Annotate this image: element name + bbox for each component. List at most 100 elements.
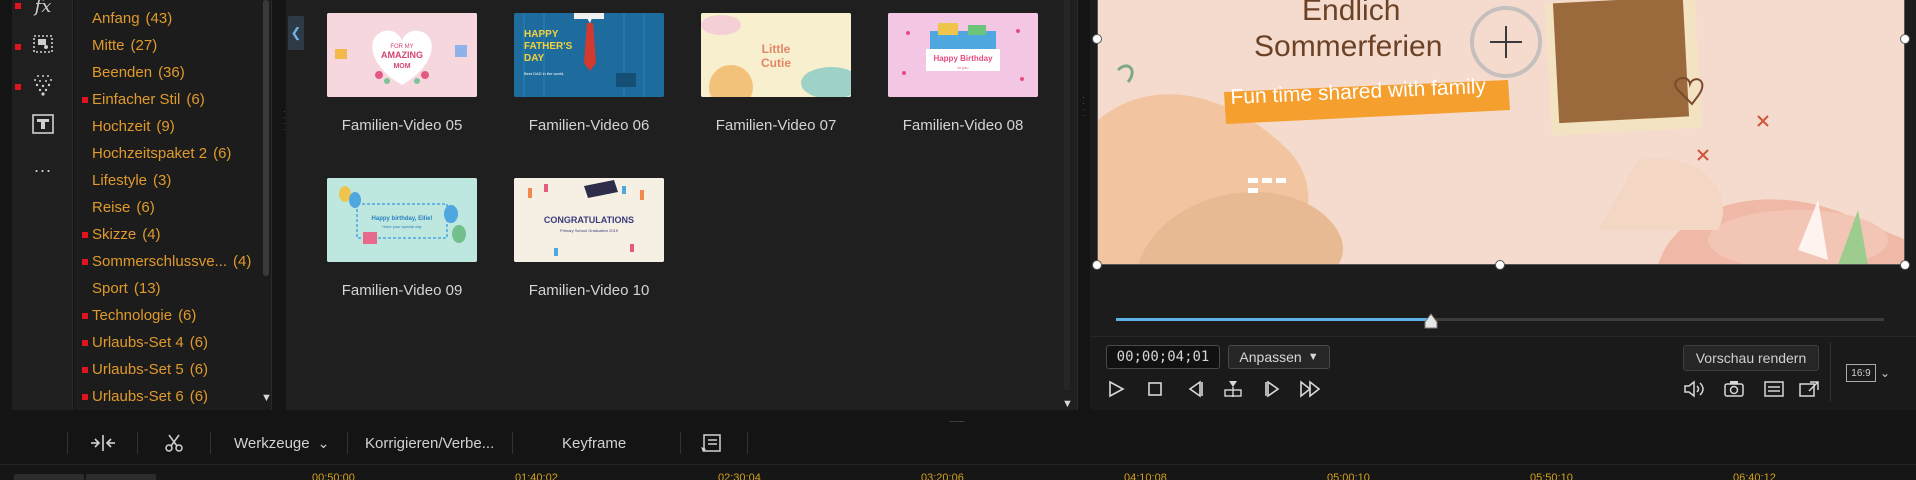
category-count: (3): [153, 172, 172, 189]
thumb-text: Happy Birthday: [933, 54, 993, 63]
playhead-handle[interactable]: [1424, 313, 1438, 329]
category-label: Technologie: [92, 307, 173, 324]
category-count: (13): [133, 280, 161, 297]
category-item[interactable]: Lifestyle (3): [92, 170, 171, 192]
category-count: (6): [178, 307, 197, 324]
template-label: Familien-Video 06: [528, 117, 650, 134]
status-dot: [82, 313, 88, 319]
status-dot: [15, 84, 21, 90]
divider: [210, 432, 211, 454]
resize-handle[interactable]: [1092, 260, 1102, 270]
category-label: Sport: [92, 280, 128, 297]
next-frame-icon[interactable]: [1260, 377, 1286, 401]
thumb-text: Best DAD in the world.: [524, 71, 564, 76]
category-item[interactable]: Mitte (27): [92, 35, 157, 57]
divider: [747, 432, 748, 454]
track-tab[interactable]: [86, 474, 156, 480]
split-icon[interactable]: [1220, 377, 1246, 401]
ruler-tick-label: 04;10;08: [1124, 472, 1167, 480]
category-item[interactable]: Anfang (43): [92, 8, 172, 30]
aspect-ratio-dropdown[interactable]: 16:9 ⌄: [1846, 364, 1890, 382]
category-item[interactable]: Hochzeit (9): [92, 116, 175, 138]
status-dot: [82, 232, 88, 238]
undock-icon[interactable]: [1796, 377, 1822, 401]
ruler-tick-label: 06;40;12: [1733, 472, 1776, 480]
play-icon[interactable]: [1103, 377, 1129, 401]
status-dot: [82, 394, 88, 400]
tools-menu[interactable]: Werkzeuge ⌄: [234, 432, 329, 454]
collapse-panel-button[interactable]: ❮: [288, 16, 304, 50]
category-item[interactable]: Reise (6): [92, 197, 155, 219]
snapshot-icon[interactable]: [1721, 377, 1747, 401]
template-thumbnail[interactable]: HAPPY FATHER'S DAY Best DAD in the world…: [514, 13, 664, 97]
template-thumbnail[interactable]: Happy birthday, Ellie! Have your special…: [327, 178, 477, 262]
fast-forward-icon[interactable]: [1298, 377, 1324, 401]
overlay-icon[interactable]: [28, 30, 58, 58]
category-label: Urlaubs-Set 4: [92, 334, 184, 351]
template-thumbnail[interactable]: Happy Birthday to you: [888, 13, 1038, 97]
category-item[interactable]: Einfacher Stil (6): [92, 89, 205, 111]
thumb-text: Little: [762, 42, 791, 56]
category-item[interactable]: Urlaubs-Set 5 (6): [92, 359, 208, 381]
volume-icon[interactable]: [1681, 377, 1707, 401]
title-icon[interactable]: [28, 110, 58, 138]
template-thumbnail[interactable]: Little Cutie: [701, 13, 851, 97]
resize-handle[interactable]: [1495, 260, 1505, 270]
scissors-icon[interactable]: [164, 432, 184, 454]
chevron-down-icon: ⌄: [317, 434, 330, 451]
playback-scrubber[interactable]: [1116, 318, 1884, 321]
status-dot: [82, 367, 88, 373]
category-item[interactable]: Beenden (36): [92, 62, 185, 84]
category-item[interactable]: Skizze (4): [92, 224, 161, 246]
scroll-down-icon[interactable]: ▼: [261, 392, 272, 404]
panel-splitter[interactable]: · · · ·: [1082, 93, 1085, 120]
category-count: (4): [233, 253, 252, 270]
category-scrollbar[interactable]: [263, 0, 269, 276]
resize-handle[interactable]: [1900, 34, 1910, 44]
fx-icon[interactable]: fx: [28, 0, 58, 20]
preview-canvas[interactable]: Endlich Sommerferien Fun time shared wit…: [1097, 0, 1905, 265]
template-label: Familien-Video 10: [528, 282, 650, 299]
template-label: Familien-Video 08: [902, 117, 1024, 134]
template-thumbnail[interactable]: CONGRATULATIONS Primary School Graduatio…: [514, 178, 664, 262]
thumb-text: CONGRATULATIONS: [544, 215, 634, 225]
previous-frame-icon[interactable]: [1182, 377, 1208, 401]
resize-handle[interactable]: [1900, 260, 1910, 270]
category-label: Mitte: [92, 37, 125, 54]
category-count: (36): [158, 64, 185, 81]
thumb-text: Happy birthday, Ellie!: [372, 216, 433, 222]
category-item[interactable]: Technologie (6): [92, 305, 196, 327]
subtitles-icon[interactable]: [1761, 377, 1787, 401]
thumb-text: MOM: [393, 63, 410, 70]
category-item[interactable]: Sport (13): [92, 278, 161, 300]
stop-icon[interactable]: [1142, 377, 1168, 401]
fit-dropdown-label: Anpassen: [1239, 349, 1302, 365]
category-item[interactable]: Hochzeitspaket 2 (6): [92, 143, 231, 165]
fit-dropdown[interactable]: Anpassen ▼: [1228, 345, 1330, 369]
particle-icon[interactable]: [28, 70, 58, 98]
caret-down-icon: ▼: [1307, 351, 1319, 363]
track-tab[interactable]: [14, 474, 84, 480]
fix-enhance-button[interactable]: Korrigieren/Verbe...: [365, 432, 494, 454]
divider: [67, 432, 68, 454]
divider: [137, 432, 138, 454]
library-scrollbar[interactable]: [1064, 0, 1070, 390]
keyframe-button[interactable]: Keyframe: [562, 432, 626, 454]
category-item[interactable]: Urlaubs-Set 6 (6): [92, 386, 208, 408]
timecode-field[interactable]: 00;00;04;01: [1106, 345, 1220, 369]
category-label: Urlaubs-Set 6: [92, 388, 184, 405]
timeline-fit-icon[interactable]: [88, 432, 118, 454]
render-preview-button[interactable]: Vorschau rendern: [1683, 345, 1819, 371]
status-dot: [15, 44, 21, 50]
more-icon[interactable]: ...: [28, 152, 58, 180]
chapter-list-icon[interactable]: [700, 432, 722, 454]
category-label: Skizze: [92, 226, 137, 243]
scroll-down-icon[interactable]: ▼: [1062, 398, 1073, 410]
category-count: (6): [136, 199, 155, 216]
category-count: (6): [189, 388, 209, 405]
category-item[interactable]: Sommerschlussve... (4): [92, 251, 251, 273]
template-thumbnail[interactable]: FOR MY AMAZING MOM: [327, 13, 477, 97]
template-label: Familien-Video 07: [715, 117, 837, 134]
resize-handle[interactable]: [1092, 34, 1102, 44]
category-item[interactable]: Urlaubs-Set 4 (6): [92, 332, 208, 354]
